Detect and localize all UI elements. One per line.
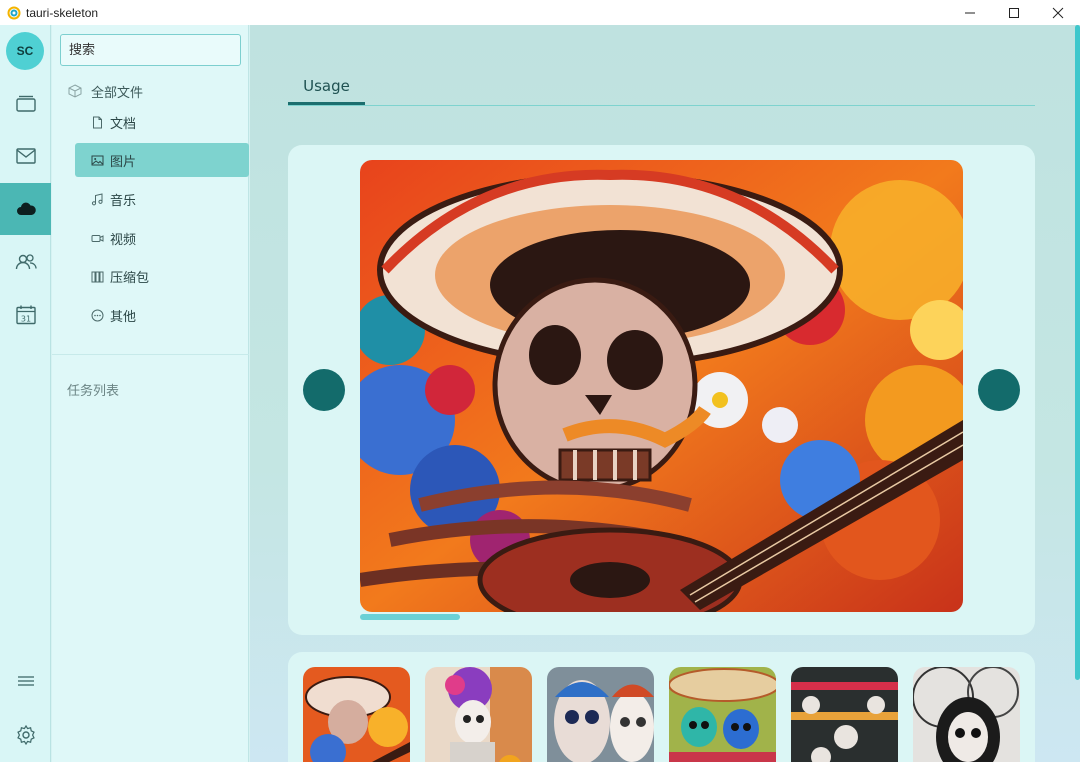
calendar-glyph: 31 bbox=[20, 315, 30, 324]
tab-bar: Usage bbox=[288, 69, 1035, 106]
thumbnail-item[interactable] bbox=[303, 667, 410, 762]
window-title: tauri-skeleton bbox=[26, 5, 99, 20]
rail-item-settings[interactable] bbox=[0, 709, 51, 761]
icon-rail: SC 31 bbox=[0, 25, 51, 762]
file-icon bbox=[93, 116, 102, 128]
maximize-icon bbox=[1009, 7, 1019, 18]
menu-icon bbox=[17, 676, 34, 686]
rail-item-cloud[interactable] bbox=[0, 183, 51, 235]
users-icon bbox=[15, 254, 37, 270]
carousel-progress-fill bbox=[360, 614, 461, 620]
thumbnail-image bbox=[547, 667, 654, 762]
rail-item-calendar[interactable]: 31 bbox=[0, 289, 51, 341]
maximize-button[interactable] bbox=[992, 0, 1036, 25]
minimize-icon bbox=[965, 12, 975, 13]
rail-item-users[interactable] bbox=[0, 236, 51, 288]
nav-item-music[interactable]: 音乐 bbox=[75, 182, 249, 216]
thumbnail-strip bbox=[288, 652, 1035, 762]
app-logo-icon bbox=[7, 6, 21, 19]
thumbnail-item[interactable] bbox=[425, 667, 532, 762]
nav-item-label: 文档 bbox=[110, 116, 137, 132]
thumbnail-item[interactable] bbox=[669, 667, 776, 762]
rail-item-menu[interactable] bbox=[0, 655, 51, 707]
thumbnail-item[interactable] bbox=[791, 667, 898, 762]
nav-item-label: 视频 bbox=[110, 232, 137, 248]
close-button[interactable] bbox=[1036, 0, 1080, 25]
carousel-prev-button[interactable] bbox=[303, 369, 345, 411]
file-navigation-panel: 全部文件 文档 图片 音乐 视频 压缩包 其他 任务列表 bbox=[52, 25, 249, 762]
thumbnail-item[interactable] bbox=[547, 667, 654, 762]
title-bar: tauri-skeleton bbox=[0, 0, 1080, 25]
nav-divider bbox=[52, 354, 249, 355]
cloud-icon bbox=[16, 202, 36, 215]
skeleton-mariachi-artwork bbox=[360, 160, 963, 612]
nav-item-other[interactable]: 其他 bbox=[75, 298, 249, 332]
rail-item-layers[interactable] bbox=[0, 77, 51, 129]
thumbnail-item[interactable] bbox=[913, 667, 1020, 762]
carousel-next-button[interactable] bbox=[978, 369, 1020, 411]
music-icon bbox=[91, 192, 103, 205]
minimize-button[interactable] bbox=[948, 0, 992, 25]
close-icon bbox=[1052, 7, 1064, 18]
image-carousel bbox=[288, 145, 1035, 635]
thumbnail-image bbox=[791, 667, 898, 762]
tab-usage[interactable]: Usage bbox=[288, 69, 365, 105]
mail-icon bbox=[15, 148, 36, 164]
window-controls bbox=[948, 0, 1080, 25]
layers-icon bbox=[15, 95, 36, 112]
nav-item-documents[interactable]: 文档 bbox=[75, 105, 249, 139]
nav-item-video[interactable]: 视频 bbox=[75, 221, 249, 255]
nav-item-label: 音乐 bbox=[110, 193, 137, 209]
rail-item-mail[interactable] bbox=[0, 130, 51, 182]
tree-root-all-files[interactable]: 全部文件 bbox=[68, 81, 143, 101]
cube-icon bbox=[68, 84, 82, 98]
nav-item-label: 压缩包 bbox=[110, 270, 150, 286]
calendar-icon: 31 bbox=[15, 305, 36, 325]
archive-icon bbox=[91, 271, 104, 282]
thumbnail-image bbox=[669, 667, 776, 762]
image-icon bbox=[91, 155, 104, 165]
thumbnail-image bbox=[425, 667, 532, 762]
thumbnail-image bbox=[303, 667, 410, 762]
video-icon bbox=[91, 234, 104, 242]
nav-item-images[interactable]: 图片 bbox=[75, 143, 249, 177]
more-icon bbox=[91, 309, 104, 321]
carousel-slide-image[interactable] bbox=[360, 160, 963, 612]
nav-item-label: 图片 bbox=[110, 154, 137, 170]
page-scrollbar[interactable] bbox=[1075, 25, 1080, 680]
tree-root-label: 全部文件 bbox=[91, 85, 144, 101]
main-content: Usage bbox=[250, 25, 1080, 762]
search-input[interactable] bbox=[60, 34, 241, 66]
avatar[interactable]: SC bbox=[6, 32, 44, 70]
gear-icon bbox=[16, 724, 35, 746]
task-list-title: 任务列表 bbox=[67, 384, 120, 399]
nav-item-archives[interactable]: 压缩包 bbox=[75, 259, 249, 293]
thumbnail-image bbox=[913, 667, 1020, 762]
nav-item-label: 其他 bbox=[110, 309, 137, 325]
carousel-progress bbox=[360, 614, 963, 620]
